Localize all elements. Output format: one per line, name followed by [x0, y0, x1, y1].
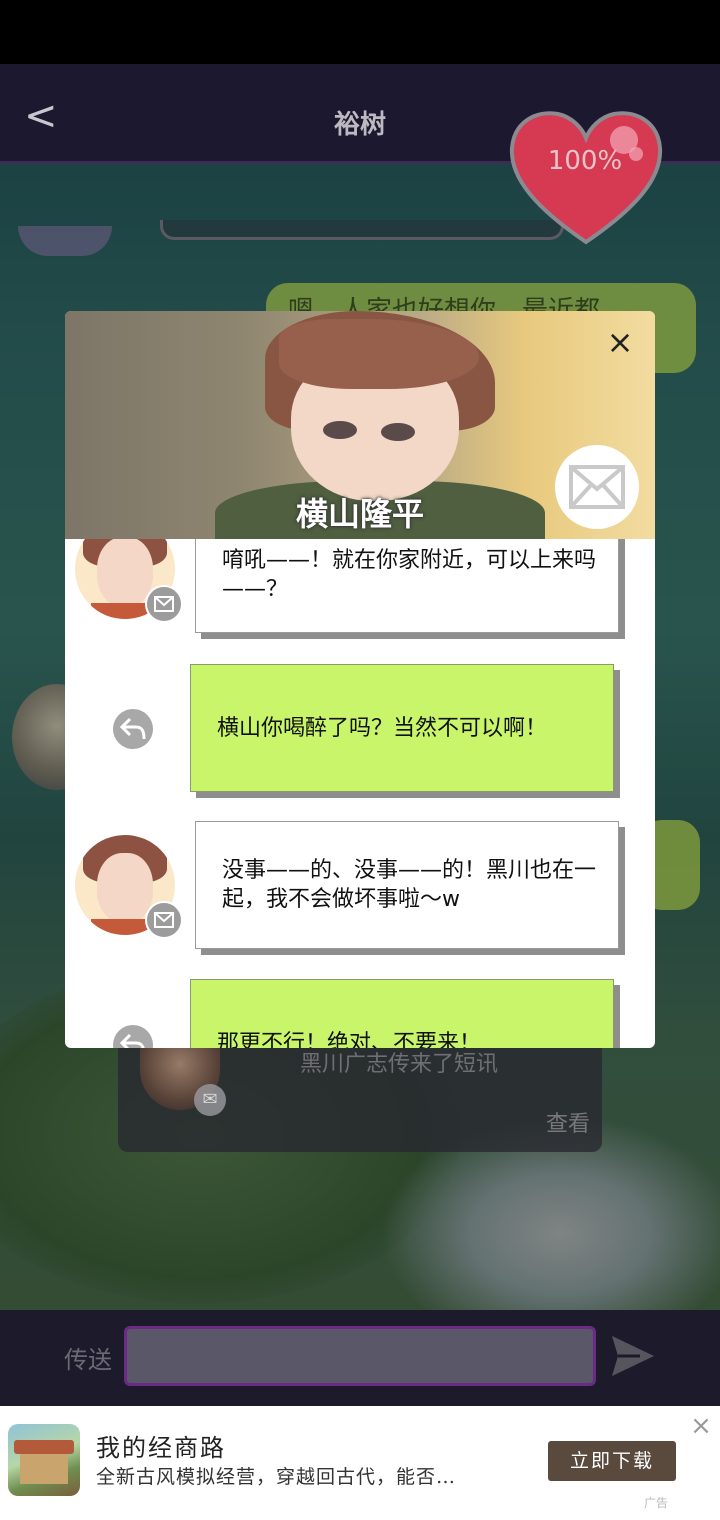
message-bubble-outgoing: 那更不行！绝对、不要来！: [190, 979, 614, 1048]
notification-view-button[interactable]: 查看: [546, 1106, 590, 1138]
ad-tag: 广告: [644, 1496, 669, 1510]
message-bubble-incoming: 唷吼——！就在你家附近，可以上来吗——？: [195, 539, 619, 633]
send-icon[interactable]: [610, 1334, 656, 1378]
ad-app-icon[interactable]: [8, 1424, 80, 1496]
ad-download-button[interactable]: 立即下载: [548, 1441, 676, 1481]
reply-icon[interactable]: [113, 709, 153, 749]
character-banner: 横山隆平 ×: [65, 311, 655, 539]
message-input[interactable]: [124, 1326, 596, 1386]
send-label: 传送: [64, 1346, 112, 1374]
heart-icon: [509, 111, 663, 245]
envelope-icon: [569, 465, 625, 509]
message-list[interactable]: 唷吼——！就在你家附近，可以上来吗——？ 横山你喝醉了吗？当然不可以啊！ 没事—…: [65, 539, 655, 1048]
mail-button[interactable]: [555, 445, 639, 529]
affection-percent: 100%: [547, 146, 623, 176]
close-icon[interactable]: ×: [605, 326, 635, 358]
message-bubble-incoming: 没事——的、没事——的！黑川也在一起，我不会做坏事啦～w: [195, 821, 619, 949]
notification-text: 黑川广志传来了短讯: [300, 1052, 499, 1077]
message-history-modal: 横山隆平 × 唷吼——！就在你家附近，可以上来吗——？ 横山你喝醉了吗？当然不可…: [65, 311, 655, 1048]
envelope-icon: [145, 901, 183, 939]
envelope-icon: ✉: [194, 1084, 226, 1116]
ad-description[interactable]: 全新古风模拟经营，穿越回古代，能否…: [96, 1462, 536, 1489]
envelope-icon: [145, 585, 183, 623]
ad-close-icon[interactable]: ×: [688, 1413, 714, 1440]
background-bubble-partial: [160, 220, 564, 240]
ad-title[interactable]: 我的经商路: [96, 1428, 226, 1463]
status-bar: [0, 0, 720, 64]
message-bubble-outgoing: 横山你喝醉了吗？当然不可以啊！: [190, 664, 614, 792]
reply-icon[interactable]: [113, 1025, 153, 1048]
